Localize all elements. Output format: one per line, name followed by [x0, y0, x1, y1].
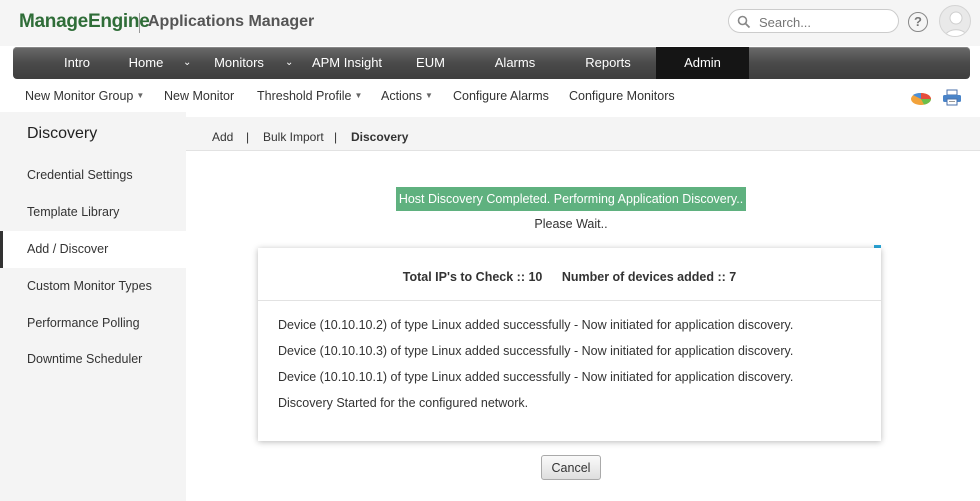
tab-add[interactable]: Add: [212, 130, 233, 144]
tab-separator: |: [334, 130, 338, 144]
subnav-label: Threshold Profile: [257, 89, 352, 103]
subnav-icons: [910, 89, 962, 111]
total-ips-label: Total IP's to Check :: 10: [402, 270, 543, 284]
subnav-threshold-profile[interactable]: Threshold Profile ▼: [257, 89, 362, 103]
discovery-progress-panel: Total IP's to Check :: 10 Number of devi…: [258, 248, 881, 441]
subnav-new-monitor-group[interactable]: New Monitor Group ▼: [25, 89, 144, 103]
subnav-new-monitor[interactable]: New Monitor: [164, 89, 234, 103]
tab-bulk-import[interactable]: Bulk Import: [263, 130, 324, 144]
caret-down-icon: ▼: [425, 91, 433, 100]
sidebar-item-template-library[interactable]: Template Library: [0, 194, 186, 231]
brand-logo[interactable]: ManageEngine: [19, 11, 150, 33]
user-avatar[interactable]: [939, 5, 971, 37]
chart-pie-icon[interactable]: [910, 90, 932, 106]
tabs-bar: Add | Bulk Import | Discovery: [186, 117, 980, 151]
nav-eum[interactable]: EUM: [403, 47, 458, 79]
nav-monitors-chevron-down-icon[interactable]: ⌄: [285, 47, 293, 79]
nav-admin[interactable]: Admin: [656, 47, 749, 79]
user-icon: [944, 11, 968, 36]
content-area: Add | Bulk Import | Discovery Host Disco…: [186, 112, 980, 501]
search-icon: [737, 15, 751, 29]
log-line: Device (10.10.10.3) of type Linux added …: [278, 344, 794, 358]
tab-discovery[interactable]: Discovery: [351, 130, 408, 144]
status-banner: Host Discovery Completed. Performing App…: [396, 187, 746, 211]
nav-alarms[interactable]: Alarms: [480, 47, 550, 79]
sidebar: Discovery Credential Settings Template L…: [0, 112, 186, 501]
cancel-button[interactable]: Cancel: [541, 455, 601, 480]
tab-separator: |: [246, 130, 250, 144]
help-icon[interactable]: ?: [908, 12, 928, 32]
sidebar-item-label: Template Library: [27, 205, 120, 219]
sidebar-item-label: Custom Monitor Types: [27, 279, 152, 293]
devices-added-label: Number of devices added :: 7: [561, 270, 737, 284]
log-line: Device (10.10.10.1) of type Linux added …: [278, 370, 794, 384]
logo-divider: [139, 13, 140, 33]
top-header: ManageEngine Applications Manager ?: [0, 0, 980, 46]
subnav-label: New Monitor Group: [25, 89, 134, 103]
panel-divider: [258, 300, 881, 301]
nav-home[interactable]: Home: [118, 47, 174, 79]
sidebar-title: Discovery: [27, 125, 98, 142]
sidebar-item-label: Downtime Scheduler: [27, 352, 143, 366]
log-line: Discovery Started for the configured net…: [278, 396, 529, 410]
sidebar-item-label: Add / Discover: [27, 242, 109, 256]
wait-text: Please Wait..: [534, 217, 608, 231]
nav-home-chevron-down-icon[interactable]: ⌄: [183, 47, 191, 79]
main-nav: Intro Home ⌄ Monitors ⌄ APM Insight EUM …: [13, 47, 970, 79]
nav-intro[interactable]: Intro: [43, 47, 111, 79]
caret-down-icon: ▼: [354, 91, 363, 100]
sidebar-item-downtime-scheduler[interactable]: Downtime Scheduler: [0, 341, 186, 378]
sidebar-item-label: Credential Settings: [27, 168, 133, 182]
nav-monitors[interactable]: Monitors: [203, 47, 275, 79]
subnav-label: Actions: [381, 89, 422, 103]
search-input[interactable]: [757, 12, 891, 32]
app-title: Applications Manager: [148, 13, 315, 30]
sidebar-item-credential-settings[interactable]: Credential Settings: [0, 157, 186, 194]
printer-icon[interactable]: [942, 89, 962, 106]
search-box[interactable]: [728, 9, 899, 33]
sub-nav: New Monitor Group ▼ New Monitor Threshold…: [0, 84, 980, 109]
sidebar-item-custom-monitor-types[interactable]: Custom Monitor Types: [0, 268, 186, 305]
subnav-configure-monitors[interactable]: Configure Monitors: [569, 89, 675, 103]
nav-reports[interactable]: Reports: [573, 47, 643, 79]
subnav-actions[interactable]: Actions ▼: [381, 89, 433, 103]
log-line: Device (10.10.10.2) of type Linux added …: [278, 318, 794, 332]
sidebar-item-add-discover[interactable]: Add / Discover: [0, 231, 186, 268]
sidebar-item-label: Performance Polling: [27, 316, 140, 330]
discovery-summary: Total IP's to Check :: 10 Number of devi…: [258, 270, 881, 284]
caret-down-icon: ▼: [136, 91, 145, 100]
nav-apm-insight[interactable]: APM Insight: [303, 47, 391, 79]
sidebar-item-performance-polling[interactable]: Performance Polling: [0, 305, 186, 342]
subnav-configure-alarms[interactable]: Configure Alarms: [453, 89, 549, 103]
